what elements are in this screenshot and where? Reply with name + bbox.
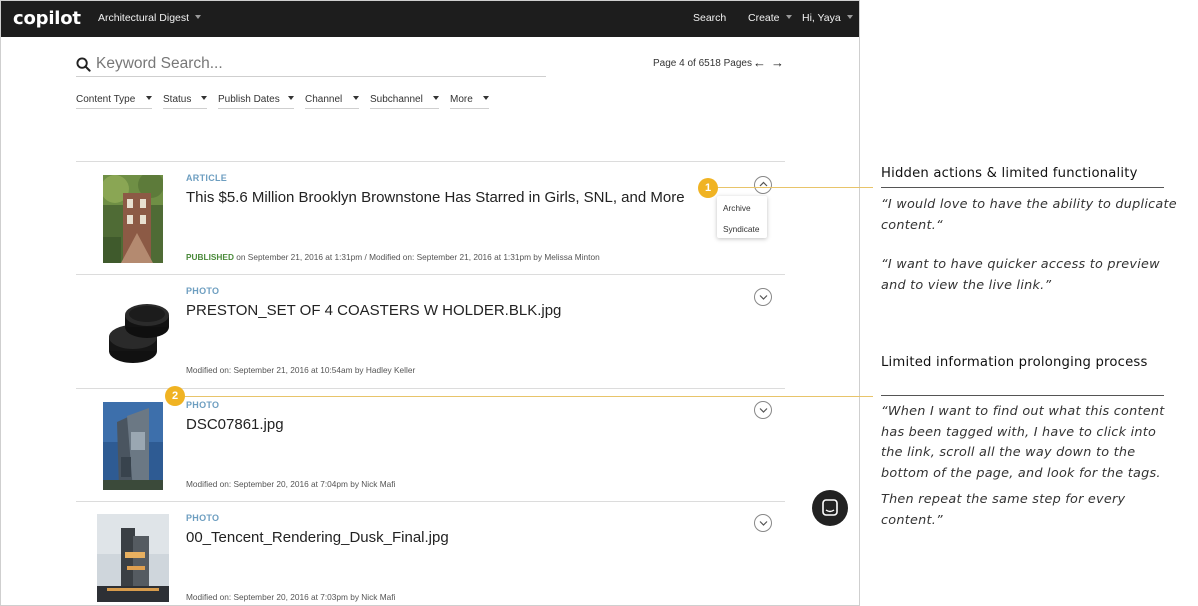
content-type-label: ARTICLE xyxy=(186,173,228,183)
top-navigation-bar: copilot Architectural Digest Search Crea… xyxy=(1,1,859,37)
chevron-down-icon xyxy=(785,15,792,19)
annotation-1-quote-2: “I want to have quicker access to previe… xyxy=(881,257,1160,293)
filter-label: Publish Dates xyxy=(218,94,280,105)
search-input[interactable] xyxy=(96,53,536,75)
content-meta: Modified on: September 20, 2016 at 7:03p… xyxy=(186,592,396,602)
content-title-link[interactable]: 00_Tencent_Rendering_Dusk_Final.jpg xyxy=(186,529,449,546)
brand-switcher-label: Architectural Digest xyxy=(98,12,190,24)
chat-icon xyxy=(822,499,838,516)
actions-dropdown-menu: Archive Syndicate xyxy=(717,196,767,238)
user-menu[interactable]: Hi, Yaya xyxy=(802,12,853,24)
app-window: copilot Architectural Digest Search Crea… xyxy=(0,0,860,606)
chevron-down-icon xyxy=(483,96,489,100)
chevron-down-icon xyxy=(201,96,207,100)
chevron-down-icon xyxy=(288,96,294,100)
annotation-2-badge: 2 xyxy=(165,386,185,406)
content-title-link[interactable]: DSC07861.jpg xyxy=(186,416,284,433)
next-page-button[interactable]: → xyxy=(771,56,784,69)
annotation-2-quote-2: Then repeat the same step for every cont… xyxy=(881,492,1126,528)
annotation-1-connector xyxy=(716,187,873,188)
content-title-link[interactable]: PRESTON_SET OF 4 COASTERS W HOLDER.BLK.j… xyxy=(186,302,561,319)
filter-more[interactable]: More xyxy=(450,93,489,109)
annotation-1-title: Hidden actions & limited functionality xyxy=(881,166,1138,181)
content-meta: PUBLISHED on September 21, 2016 at 1:31p… xyxy=(186,252,600,262)
chevron-down-icon xyxy=(759,408,768,413)
chevron-down-icon xyxy=(846,15,853,19)
annotation-2-quote-1: “When I want to find out what this conte… xyxy=(881,404,1165,481)
coasters-thumbnail xyxy=(109,304,169,363)
actions-toggle-button[interactable] xyxy=(754,176,772,194)
annotation-1-badge: 1 xyxy=(698,178,718,198)
chevron-down-icon xyxy=(146,96,152,100)
filter-subchannel[interactable]: Subchannel xyxy=(370,93,439,109)
annotation-2-rule xyxy=(881,395,1164,396)
pagination-text: Page 4 of 6518 Pages xyxy=(653,58,752,69)
chevron-down-icon xyxy=(759,295,768,300)
previous-page-button[interactable]: ← xyxy=(753,56,766,69)
create-menu[interactable]: Create xyxy=(748,12,792,24)
brownstone-thumbnail xyxy=(103,175,163,263)
filter-label: Content Type xyxy=(76,94,136,105)
published-status: PUBLISHED xyxy=(186,252,234,262)
actions-toggle-button[interactable] xyxy=(754,288,772,306)
list-item[interactable]: PHOTO 00_Tencent_Rendering_Dusk_Final.jp… xyxy=(76,501,785,605)
filter-content-type[interactable]: Content Type xyxy=(76,93,152,109)
filter-publish-dates[interactable]: Publish Dates xyxy=(218,93,294,109)
chevron-down-icon xyxy=(195,15,202,19)
filter-status[interactable]: Status xyxy=(163,93,207,109)
list-item[interactable]: PHOTO PRESTON_SET OF 4 COASTERS W HOLDER… xyxy=(76,274,785,388)
archive-menu-item[interactable]: Archive xyxy=(723,203,751,213)
meta-text: on September 21, 2016 at 1:31pm / Modifi… xyxy=(233,252,600,262)
content-type-label: PHOTO xyxy=(186,400,220,410)
list-item[interactable]: ARTICLE This $5.6 Million Brooklyn Brown… xyxy=(76,161,785,274)
user-greeting: Hi, Yaya xyxy=(802,12,841,24)
syndicate-menu-item[interactable]: Syndicate xyxy=(723,224,759,234)
filter-channel[interactable]: Channel xyxy=(305,93,359,109)
content-type-label: PHOTO xyxy=(186,513,220,523)
search-icon xyxy=(76,57,91,72)
actions-toggle-button[interactable] xyxy=(754,401,772,419)
content-meta: Modified on: September 20, 2016 at 7:04p… xyxy=(186,479,396,489)
filter-label: Subchannel xyxy=(370,94,423,105)
skyscraper-thumbnail xyxy=(103,402,163,490)
brand-switcher[interactable]: Architectural Digest xyxy=(98,12,202,24)
list-item[interactable]: PHOTO DSC07861.jpg Modified on: Septembe… xyxy=(76,388,785,501)
content-meta: Modified on: September 21, 2016 at 10:54… xyxy=(186,365,416,375)
chevron-down-icon xyxy=(759,521,768,526)
content-type-label: PHOTO xyxy=(186,286,220,296)
filter-label: Status xyxy=(163,94,192,105)
filter-label: More xyxy=(450,94,473,105)
copilot-logo[interactable]: copilot xyxy=(13,8,81,29)
annotation-2-connector xyxy=(182,396,873,397)
actions-toggle-button[interactable] xyxy=(754,514,772,532)
tencent-rendering-thumbnail xyxy=(97,514,169,602)
annotation-2-title: Limited information prolonging process xyxy=(881,355,1148,370)
annotation-1-quote-1: “I would love to have the ability to dup… xyxy=(881,197,1177,233)
create-menu-label: Create xyxy=(748,12,780,24)
content-list: ARTICLE This $5.6 Million Brooklyn Brown… xyxy=(76,161,785,605)
content-title-link[interactable]: This $5.6 Million Brooklyn Brownstone Ha… xyxy=(186,189,685,206)
search-nav-link[interactable]: Search xyxy=(693,12,726,24)
chat-widget-button[interactable] xyxy=(812,490,848,526)
search-bar xyxy=(76,53,546,77)
annotation-1-rule xyxy=(881,187,1164,188)
filter-label: Channel xyxy=(305,94,343,105)
chevron-down-icon xyxy=(433,96,439,100)
chevron-down-icon xyxy=(353,96,359,100)
